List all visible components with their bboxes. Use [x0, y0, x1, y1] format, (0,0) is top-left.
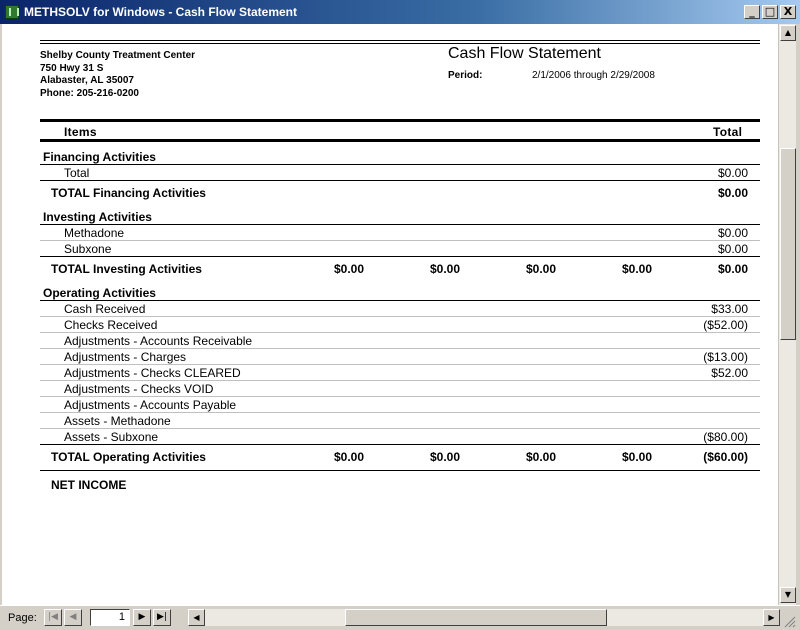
column-header-total: Total	[713, 125, 743, 139]
last-page-icon[interactable]: ▶|	[153, 609, 171, 626]
net-income-rule	[40, 470, 760, 471]
total-investing-col-3: $0.00	[525, 262, 556, 276]
row-divider	[40, 428, 760, 429]
list-item: Adjustments - Checks VOID	[64, 382, 214, 396]
row-divider	[40, 412, 760, 413]
total-financing-value: $0.00	[717, 186, 748, 200]
company-phone: Phone: 205-216-0200	[40, 87, 139, 99]
section-operating: Operating Activities	[43, 286, 156, 300]
section-financing: Financing Activities	[43, 150, 156, 164]
row-total: $0.00	[717, 166, 748, 180]
row-total: $52.00	[711, 366, 748, 380]
row-divider	[40, 364, 760, 365]
scroll-down-button[interactable]: ▼	[780, 587, 796, 603]
horizontal-scrollbar[interactable]: ◀ ▶	[188, 609, 780, 626]
section-rule	[40, 256, 760, 257]
list-item: Assets - Methadone	[64, 414, 171, 428]
column-header-rule-top	[40, 119, 760, 122]
first-page-icon[interactable]: |◀	[44, 609, 62, 626]
column-header-rule-bottom	[40, 139, 760, 142]
vertical-scroll-thumb[interactable]	[780, 148, 796, 340]
scroll-left-button[interactable]: ◀	[188, 609, 205, 626]
row-total: ($13.00)	[703, 350, 748, 364]
section-rule	[40, 164, 760, 165]
period-value: 2/1/2006 through 2/29/2008	[532, 70, 655, 81]
list-item: Assets - Subxone	[64, 430, 159, 444]
section-rule	[40, 224, 760, 225]
header-rule-top-2	[40, 43, 760, 44]
list-item: Adjustments - Charges	[64, 350, 187, 364]
row-total: $0.00	[717, 242, 748, 256]
total-operating-col-2: $0.00	[429, 450, 460, 464]
resize-grip-icon[interactable]	[782, 614, 796, 628]
total-investing-value: $0.00	[717, 262, 748, 276]
company-name: Shelby County Treatment Center	[40, 50, 196, 61]
row-divider	[40, 332, 760, 333]
row-divider	[40, 240, 760, 241]
minimize-button[interactable]: _	[744, 5, 760, 19]
list-item: Methadone	[64, 226, 125, 240]
list-item: Adjustments - Accounts Receivable	[64, 334, 253, 348]
window-title: METHSOLV for Windows - Cash Flow Stateme…	[24, 5, 298, 19]
row-total: $33.00	[711, 302, 748, 316]
company-address-2: Alabaster, AL 35007	[40, 75, 134, 86]
total-operating-col-3: $0.00	[525, 450, 556, 464]
scroll-right-button[interactable]: ▶	[763, 609, 780, 626]
section-investing: Investing Activities	[43, 210, 152, 224]
row-divider	[40, 316, 760, 317]
next-page-icon[interactable]: ▶	[133, 609, 151, 626]
company-address-1: 750 Hwy 31 S	[40, 62, 104, 74]
section-rule	[40, 300, 760, 301]
maximize-button[interactable]: □	[762, 5, 778, 19]
column-header-items: Items	[64, 125, 97, 139]
total-operating-value: ($60.00)	[703, 450, 748, 464]
list-item: Subxone	[64, 242, 112, 256]
row-total: ($80.00)	[703, 430, 748, 444]
total-investing-col-1: $0.00	[333, 262, 364, 276]
section-rule	[40, 180, 760, 181]
horizontal-scroll-thumb[interactable]	[345, 609, 607, 626]
vertical-scrollbar[interactable]: ▲ ▼	[778, 24, 796, 605]
list-item: Total	[64, 166, 90, 180]
title-bar: METHSOLV for Windows - Cash Flow Stateme…	[0, 0, 800, 24]
list-item: Adjustments - Checks CLEARED	[64, 366, 241, 380]
header-rule-top	[40, 40, 760, 41]
total-investing-label: TOTAL Investing Activities	[51, 262, 202, 276]
total-financing-label: TOTAL Financing Activities	[51, 186, 206, 200]
row-total: ($52.00)	[703, 318, 748, 332]
row-total: $0.00	[717, 226, 748, 240]
total-investing-col-4: $0.00	[621, 262, 652, 276]
list-item: Cash Received	[64, 302, 146, 316]
row-divider	[40, 380, 760, 381]
list-item: Adjustments - Accounts Payable	[64, 398, 237, 412]
list-item: Checks Received	[64, 318, 158, 332]
section-rule	[40, 444, 760, 445]
report-title: Cash Flow Statement	[448, 45, 601, 62]
total-operating-col-4: $0.00	[621, 450, 652, 464]
total-investing-col-2: $0.00	[429, 262, 460, 276]
total-operating-label: TOTAL Operating Activities	[51, 450, 206, 464]
app-icon	[5, 5, 19, 19]
row-divider	[40, 348, 760, 349]
prev-page-icon[interactable]: ◀	[64, 609, 82, 626]
period-label: Period:	[448, 70, 483, 81]
net-income-label: NET INCOME	[51, 478, 127, 492]
close-button[interactable]: X	[780, 5, 796, 19]
page-label: Page:	[8, 612, 37, 624]
page-number-input[interactable]: 1	[90, 609, 130, 626]
company-block: Shelby County Treatment Center 750 Hwy 3…	[40, 50, 195, 100]
scroll-up-button[interactable]: ▲	[780, 25, 796, 41]
total-operating-col-1: $0.00	[333, 450, 364, 464]
page-navigation-bar: Page: |◀ ◀ 1 ▶ ▶| ◀ ▶	[0, 605, 800, 630]
report-viewer: Shelby County Treatment Center 750 Hwy 3…	[2, 24, 778, 605]
row-divider	[40, 396, 760, 397]
